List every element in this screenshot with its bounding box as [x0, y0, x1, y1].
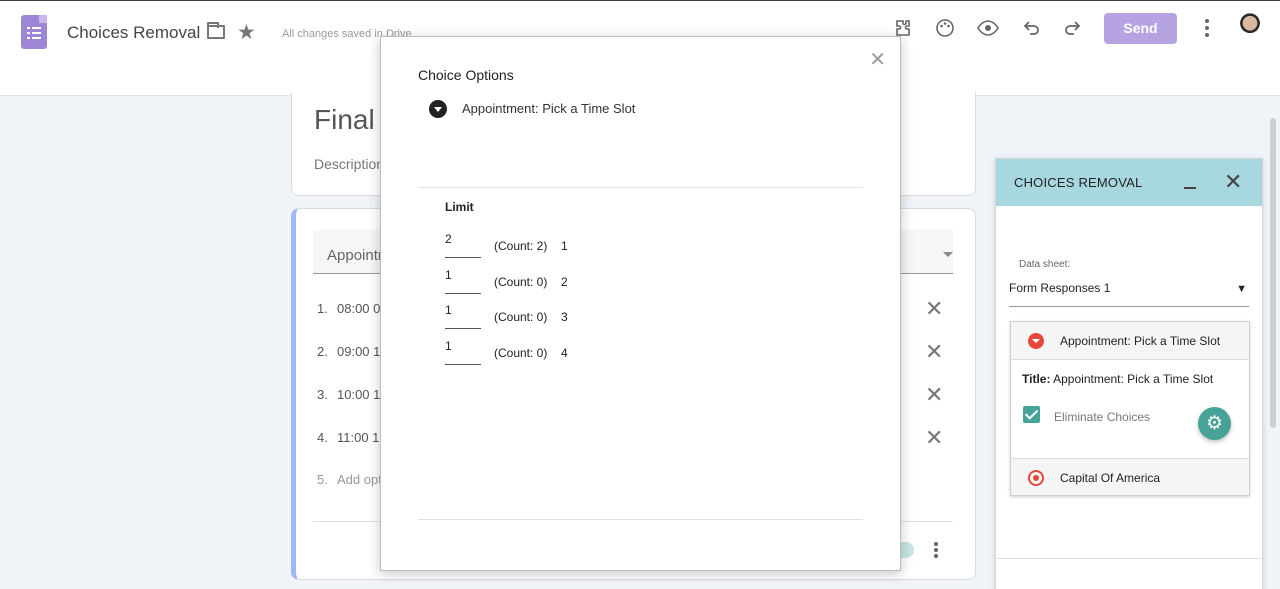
option-number: 2. — [317, 344, 328, 359]
divider — [418, 187, 863, 188]
limit-input[interactable]: 1 — [445, 301, 481, 329]
question-title-line: Title: Appointment: Pick a Time Slot — [1022, 372, 1213, 386]
choice-count: (Count: 0) — [494, 346, 548, 360]
choice-index: 3 — [561, 310, 568, 324]
form-title[interactable]: Final — [314, 104, 375, 136]
settings-gear-icon[interactable]: ⚙ — [1198, 407, 1231, 440]
palette-icon[interactable] — [934, 18, 956, 40]
question-accordion: Appointment: Pick a Time Slot Title: App… — [1010, 321, 1250, 496]
star-icon[interactable]: ★ — [237, 20, 256, 45]
data-sheet-label: Data sheet: — [1019, 259, 1071, 270]
undo-icon[interactable] — [1020, 18, 1042, 40]
option-item[interactable]: 1. 08:00 09 — [317, 301, 388, 316]
limit-header: Limit — [445, 200, 474, 214]
accordion-item-appointment[interactable]: Appointment: Pick a Time Slot — [1011, 322, 1249, 360]
title-key: Title: — [1022, 372, 1051, 386]
dialog-title: Choice Options — [418, 67, 514, 83]
option-number: 3. — [317, 387, 328, 402]
minimize-icon[interactable] — [1184, 187, 1196, 189]
question-type-dropdown-icon[interactable] — [943, 252, 953, 257]
panel-header: CHOICES REMOVAL ✕ — [996, 159, 1262, 206]
panel-title: CHOICES REMOVAL — [1014, 175, 1143, 190]
choices-removal-panel: CHOICES REMOVAL ✕ Data sheet: Form Respo… — [995, 158, 1263, 589]
remove-option-icon[interactable]: ✕ — [925, 425, 943, 451]
choice-count: (Count: 0) — [494, 275, 548, 289]
close-icon[interactable]: ✕ — [1224, 169, 1242, 195]
limit-row: 1 (Count: 0) 2 — [445, 266, 745, 296]
choice-options-dialog: ✕ Choice Options Appointment: Pick a Tim… — [380, 36, 901, 571]
limit-input[interactable]: 2 — [445, 230, 481, 258]
option-item[interactable]: 3. 10:00 11 — [317, 387, 387, 402]
divider — [996, 558, 1262, 559]
choice-count: (Count: 2) — [494, 239, 548, 253]
close-icon[interactable]: ✕ — [869, 47, 886, 72]
add-option-label: Add opti — [337, 472, 385, 487]
option-number: 1. — [317, 301, 328, 316]
question-more-icon[interactable] — [932, 542, 940, 560]
limit-row: 1 (Count: 0) 4 — [445, 337, 745, 367]
redo-icon[interactable] — [1062, 18, 1084, 40]
preview-eye-icon[interactable] — [977, 18, 999, 40]
collapse-icon[interactable] — [1028, 333, 1044, 349]
add-option-item[interactable]: 5. Add opti — [317, 472, 385, 487]
option-item[interactable]: 4. 11:00 12 — [317, 430, 387, 445]
limit-input[interactable]: 1 — [445, 337, 481, 365]
data-sheet-value: Form Responses 1 — [1009, 281, 1111, 295]
dropdown-arrow-icon: ▼ — [1236, 283, 1247, 295]
form-description[interactable]: Description — [314, 156, 384, 172]
limit-input[interactable]: 1 — [445, 266, 481, 294]
remove-option-icon[interactable]: ✕ — [925, 339, 943, 365]
choice-index: 4 — [561, 346, 568, 360]
send-button[interactable]: Send — [1104, 13, 1177, 44]
option-number: 4. — [317, 430, 328, 445]
accordion-item-capital[interactable]: Capital Of America — [1011, 458, 1249, 495]
remove-option-icon[interactable]: ✕ — [925, 296, 943, 322]
folder-icon[interactable] — [207, 22, 225, 39]
more-options-icon[interactable] — [1203, 19, 1211, 39]
eliminate-choices-checkbox[interactable] — [1023, 406, 1040, 423]
limit-row: 2 (Count: 2) 1 — [445, 230, 745, 260]
accordion-item-label: Capital Of America — [1060, 471, 1161, 485]
question-label[interactable]: Appointment: Pick a Time Slot — [462, 101, 635, 116]
choice-index: 1 — [561, 239, 568, 253]
accordion-item-label: Appointment: Pick a Time Slot — [1060, 334, 1221, 348]
avatar[interactable] — [1235, 12, 1265, 44]
divider — [418, 519, 863, 520]
choice-index: 2 — [561, 275, 568, 289]
expand-dropdown-icon[interactable] — [429, 100, 447, 118]
forms-logo-icon[interactable] — [21, 15, 47, 49]
data-sheet-select[interactable]: Form Responses 1 ▼ — [1009, 277, 1249, 307]
option-number: 5. — [317, 472, 328, 487]
eliminate-choices-label: Eliminate Choices — [1054, 410, 1151, 424]
page-scrollbar[interactable] — [1270, 118, 1276, 428]
radio-icon[interactable] — [1028, 470, 1044, 486]
title-value: Appointment: Pick a Time Slot — [1053, 372, 1214, 386]
remove-option-icon[interactable]: ✕ — [925, 382, 943, 408]
document-title[interactable]: Choices Removal — [67, 23, 200, 43]
choice-count: (Count: 0) — [494, 310, 548, 324]
option-item[interactable]: 2. 09:00 10 — [317, 344, 388, 359]
limit-row: 1 (Count: 0) 3 — [445, 301, 745, 331]
